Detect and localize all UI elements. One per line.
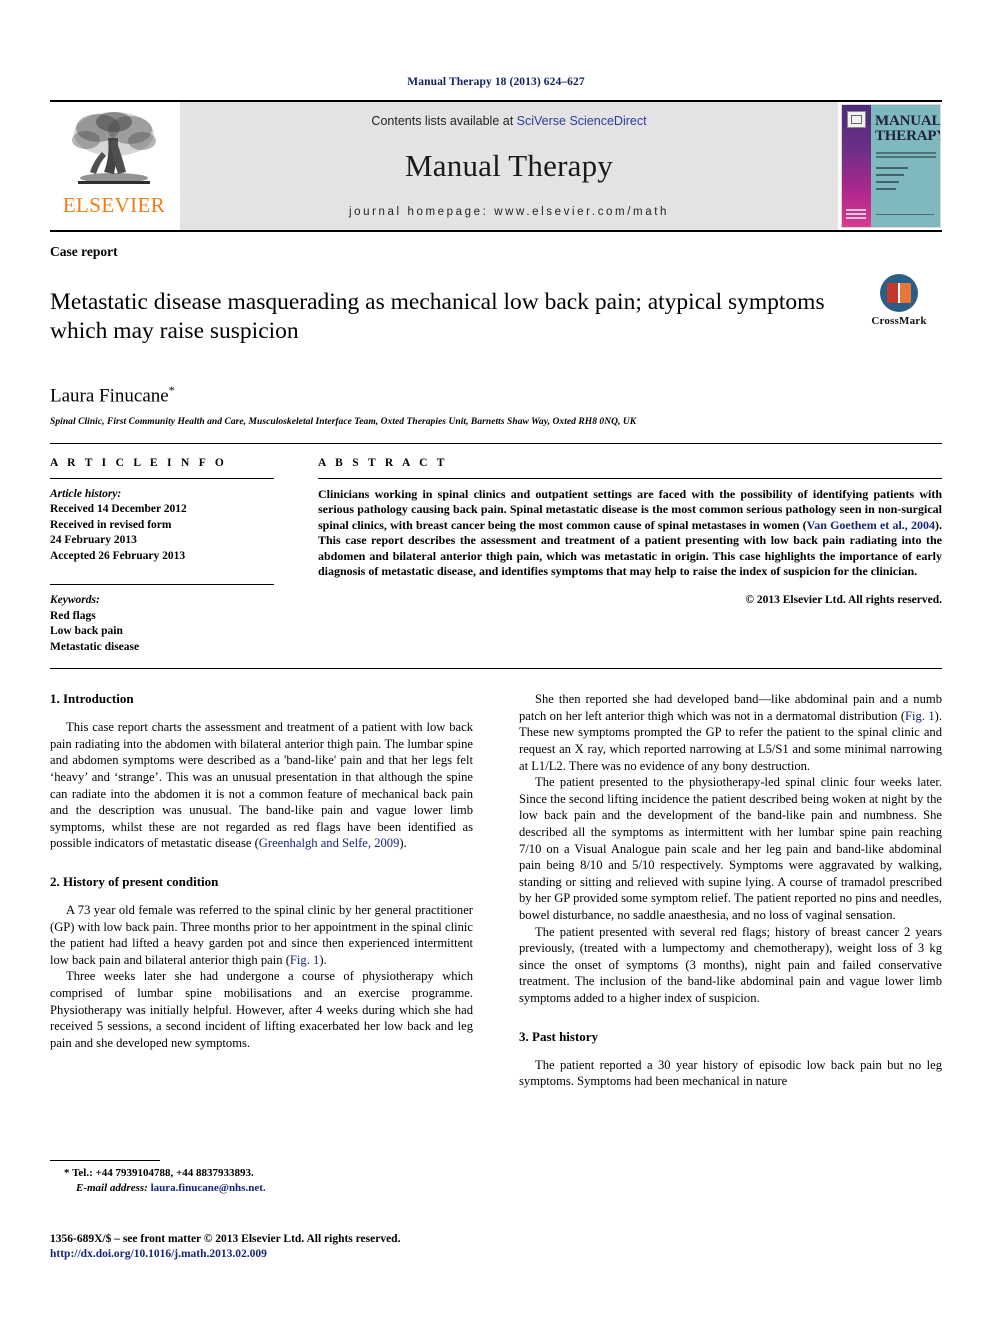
cover-title-line1: MANUAL (875, 113, 941, 129)
paragraph-history-3: She then reported she had developed band… (519, 691, 942, 774)
journal-band: Contents lists available at SciVerse Sci… (180, 102, 838, 230)
contents-available-line: Contents lists available at SciVerse Sci… (371, 114, 646, 128)
abstract-copyright: © 2013 Elsevier Ltd. All rights reserved… (745, 593, 942, 606)
article-type-label: Case report (50, 244, 118, 259)
abstract-column: A B S T R A C T Clinicians working in sp… (296, 457, 942, 656)
figure-1-link[interactable]: Fig. 1 (290, 953, 319, 967)
body-column-right: She then reported she had developed band… (496, 691, 942, 1171)
figure-1-link[interactable]: Fig. 1 (905, 709, 935, 723)
cover-title: MANUAL THERAPY (875, 113, 941, 144)
article-history-block: Article history: Received 14 December 20… (50, 487, 274, 565)
intro-text-b: ). (399, 836, 407, 851)
footnote-tel-text: Tel.: +44 7939104788, +44 8837933893. (72, 1167, 254, 1179)
sciencedirect-link[interactable]: SciVerse ScienceDirect (517, 114, 647, 128)
footnote-marker: * (64, 1167, 70, 1179)
elsevier-wordmark: ELSEVIER (62, 193, 166, 217)
article-history-item: Accepted 26 February 2013 (50, 549, 186, 562)
keywords-block: Keywords: Red flags Low back pain Metast… (50, 593, 274, 655)
contents-prefix: Contents lists available at (371, 114, 517, 128)
footer-doi-link[interactable]: http://dx.doi.org/10.1016/j.math.2013.02… (50, 1247, 550, 1262)
masthead-bottom-rule (50, 230, 942, 232)
article-info-heading: A R T I C L E I N F O (50, 456, 228, 469)
intro-citation-link[interactable]: Greenhalgh and Selfe, 2009 (259, 836, 400, 850)
footnote-email-link[interactable]: laura.finucane@nhs.net. (151, 1182, 266, 1194)
history-text-b: ). (319, 952, 327, 967)
running-head: Manual Therapy 18 (2013) 624–627 (407, 76, 585, 88)
footnote-rule (50, 1160, 160, 1161)
journal-cover-thumbnail: MANUAL THERAPY (840, 102, 942, 230)
crossmark-badge[interactable]: CrossMark (856, 274, 942, 327)
cover-footer-lines (846, 209, 866, 221)
author-name: Laura Finucane* (50, 383, 942, 407)
article-history-item: 24 February 2013 (50, 534, 137, 547)
article-history-item: Received 14 December 2012 (50, 503, 187, 516)
author-text: Laura Finucane (50, 385, 169, 407)
paragraph-past-history-1: The patient reported a 30 year history o… (519, 1057, 942, 1089)
footer-block: 1356-689X/$ – see front matter © 2013 El… (50, 1232, 550, 1262)
abstract-rule (318, 477, 942, 479)
crossmark-label: CrossMark (871, 315, 927, 327)
history-text-a: A 73 year old female was referred to the… (50, 903, 473, 967)
cover-title-line2: THERAPY (875, 128, 941, 144)
paragraph-history-4: The patient presented to the physiothera… (519, 775, 942, 923)
intro-text-a: This case report charts the assessment a… (50, 720, 473, 851)
cover-society-badge-icon (847, 111, 866, 128)
keyword-item: Metastatic disease (50, 640, 140, 653)
paragraph-history-1: A 73 year old female was referred to the… (50, 902, 473, 968)
keywords-rule (50, 584, 274, 586)
journal-title: Manual Therapy (405, 148, 613, 183)
elsevier-tree-icon (72, 112, 156, 184)
title-row: Metastatic disease masquerading as mecha… (50, 272, 942, 361)
article-info-column: A R T I C L E I N F O Article history: R… (50, 457, 296, 656)
section-heading-past-history: 3. Past history (519, 1028, 599, 1044)
section-heading-introduction: 1. Introduction (50, 691, 134, 707)
cover-subtitle-lines (876, 152, 936, 161)
crossmark-icon (880, 274, 918, 312)
journal-cover-image: MANUAL THERAPY (841, 104, 941, 228)
history3-text-a: She then reported she had developed band… (519, 692, 942, 723)
cover-bottom-rule (876, 214, 934, 215)
keyword-item: Low back pain (50, 625, 123, 638)
paragraph-history-2: Three weeks later she had undergone a co… (50, 969, 473, 1050)
footnote-email: E-mail address: laura.finucane@nhs.net. (50, 1181, 468, 1196)
section-heading-history: 2. History of present condition (50, 874, 219, 890)
footer-issn-line: 1356-689X/$ – see front matter © 2013 El… (50, 1233, 401, 1245)
abstract-citation-link[interactable]: Van Goethem et al., 2004 (807, 518, 935, 532)
body-columns: 1. Introduction This case report charts … (50, 691, 942, 1171)
page-title: Metastatic disease masquerading as mecha… (50, 288, 825, 344)
footnote-email-label: E-mail address: (76, 1182, 148, 1194)
body-column-left: 1. Introduction This case report charts … (50, 691, 496, 1171)
abstract-bottom-rule (50, 668, 942, 670)
info-abstract-region: A R T I C L E I N F O Article history: R… (50, 442, 942, 656)
keywords-label: Keywords: (50, 594, 100, 607)
abstract-text: Clinicians working in spinal clinics and… (318, 487, 942, 580)
article-history-label: Article history: (50, 487, 122, 500)
cover-contents-lines (876, 167, 934, 195)
article-page: Manual Therapy 18 (2013) 624–627 ELSEVIE… (0, 0, 992, 1323)
keyword-item: Red flags (50, 609, 96, 622)
journal-homepage-link[interactable]: journal homepage: www.elsevier.com/math (349, 206, 669, 218)
elsevier-logo: ELSEVIER (50, 102, 178, 230)
author-affiliation: Spinal Clinic, First Community Health an… (50, 416, 637, 427)
author-footnote-marker[interactable]: * (169, 383, 175, 397)
journal-masthead: ELSEVIER Contents lists available at Sci… (50, 100, 942, 230)
abstract-heading: A B S T R A C T (318, 456, 448, 469)
article-info-rule (50, 477, 274, 479)
article-history-item: Received in revised form (50, 518, 172, 531)
paragraph-intro-1: This case report charts the assessment a… (50, 719, 473, 852)
footnote-telephone: * Tel.: +44 7939104788, +44 8837933893. (50, 1166, 468, 1181)
footnote-block: * Tel.: +44 7939104788, +44 8837933893. … (50, 1160, 468, 1196)
paragraph-history-5: The patient presented with several red f… (519, 924, 942, 1005)
